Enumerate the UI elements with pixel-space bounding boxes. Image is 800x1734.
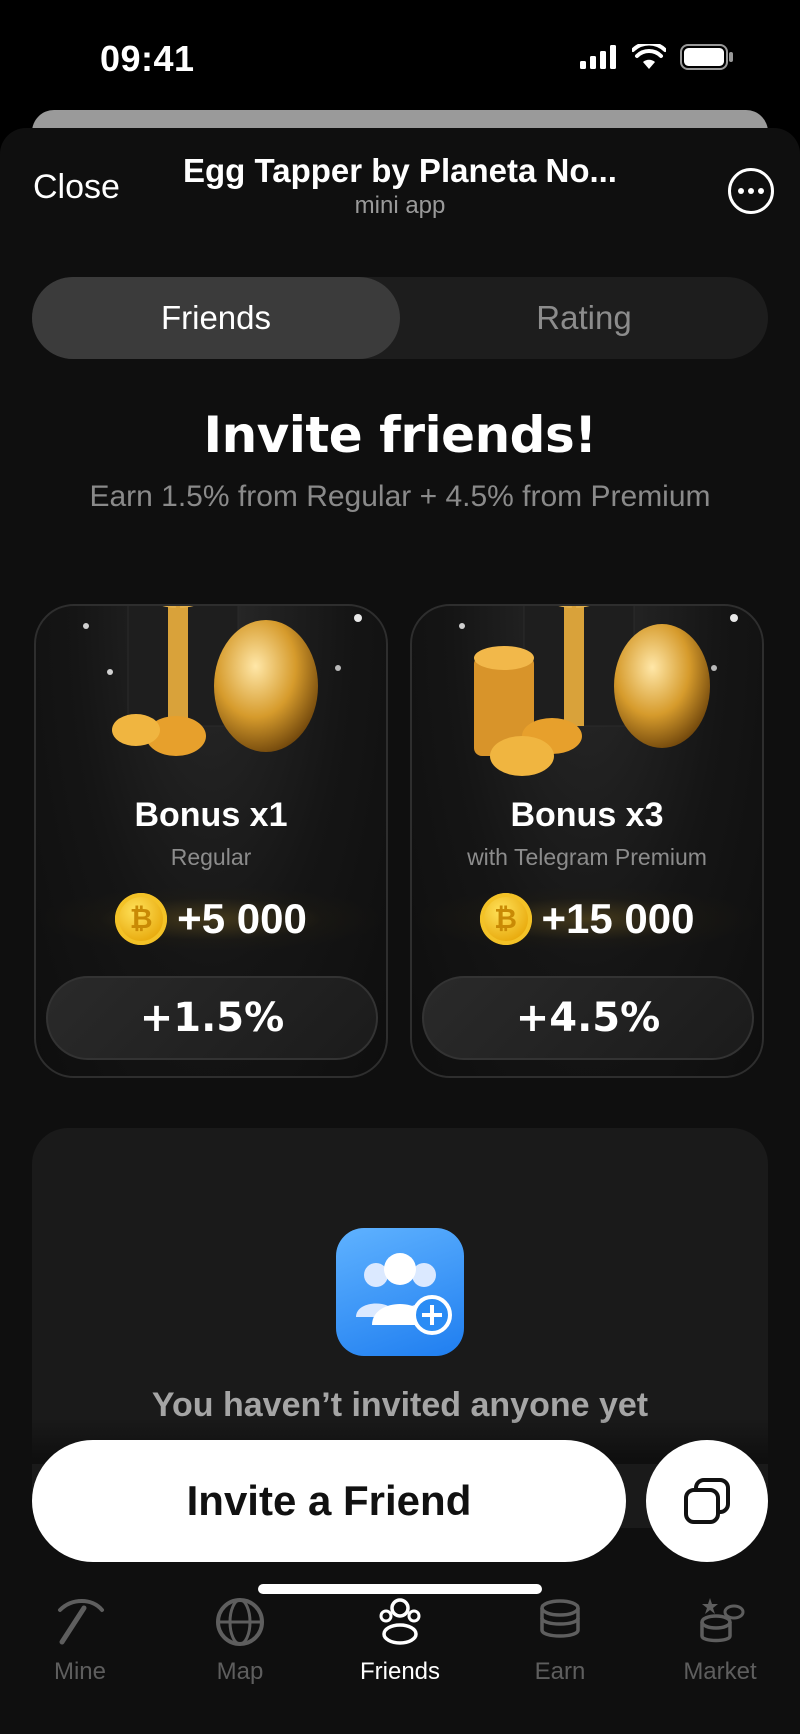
percent-badge: +4.5% (422, 976, 754, 1060)
coin-icon: ₿ (479, 893, 532, 945)
add-friends-icon (336, 1228, 464, 1356)
coin-icon: ₿ (115, 893, 168, 945)
tab-friends[interactable]: Friends (32, 277, 400, 359)
nav-item-mine[interactable]: Mine (10, 1590, 150, 1686)
mini-app-header: Close Egg Tapper by Planeta No... mini a… (0, 128, 800, 238)
nav-label: Map (216, 1658, 264, 1685)
invite-subtitle: Earn 1.5% from Regular + 4.5% from Premi… (89, 480, 711, 513)
bonus-subtitle: Regular (170, 844, 252, 870)
close-button[interactable]: Close (33, 168, 120, 207)
bottom-navigation: Mine Map Friends Earn Market (0, 1590, 800, 1734)
nav-item-friends[interactable]: Friends (330, 1590, 470, 1686)
tab-rating[interactable]: Rating (400, 277, 768, 359)
reward-value: +5 000 (177, 895, 307, 942)
nav-item-map[interactable]: Map (170, 1590, 310, 1686)
mini-app-sheet: Close Egg Tapper by Planeta No... mini a… (0, 128, 800, 1734)
more-dot-icon (748, 188, 754, 194)
coins-icon (540, 1599, 580, 1638)
bonus-reward: ₿ +15 000 (412, 886, 762, 952)
signal-icon (580, 45, 616, 69)
bonus-title: Bonus x3 (510, 796, 664, 834)
nav-label: Market (683, 1658, 757, 1685)
wifi-icon (632, 44, 666, 69)
nav-label: Friends (359, 1658, 441, 1685)
copy-icon (684, 1478, 730, 1524)
bonus-card-premium: Bonus x3 with Telegram Premium ₿ +15 000… (410, 604, 764, 1078)
bonus-reward: ₿ +5 000 (36, 886, 386, 952)
market-icon (700, 1598, 745, 1643)
friends-icon (379, 1598, 421, 1645)
globe-icon (216, 1598, 264, 1646)
more-dot-icon (738, 188, 744, 194)
bonus-subtitle: with Telegram Premium (467, 844, 707, 870)
copy-link-button[interactable] (646, 1440, 768, 1562)
bonus-title: Bonus x1 (134, 796, 288, 834)
invite-friend-button[interactable]: Invite a Friend (32, 1440, 626, 1562)
nav-item-market[interactable]: Market (650, 1590, 790, 1686)
reward-value: +15 000 (541, 895, 695, 942)
pickaxe-icon (58, 1599, 104, 1645)
percent-badge: +1.5% (46, 976, 378, 1060)
more-dot-icon (758, 188, 764, 194)
title-block: Egg Tapper by Planeta No... mini app (160, 152, 640, 220)
nav-item-earn[interactable]: Earn (490, 1590, 630, 1686)
status-time: 09:41 (100, 38, 195, 79)
gift-egg-coins-illustration (459, 606, 738, 776)
segmented-tabs: Friends Rating (32, 277, 768, 359)
app-title: Egg Tapper by Planeta No... (183, 152, 617, 189)
home-indicator (258, 1584, 542, 1594)
invite-title: Invite friends! (203, 406, 597, 464)
nav-label: Mine (53, 1658, 107, 1685)
battery-icon (680, 44, 733, 70)
app-subtitle: mini app (354, 192, 446, 219)
more-options-button[interactable] (728, 168, 774, 214)
nav-label: Earn (534, 1658, 586, 1685)
bonus-card-regular: Bonus x1 Regular ₿ +5 000 +1.5% (34, 604, 388, 1078)
status-icons (580, 44, 734, 70)
gift-egg-coins-illustration (83, 606, 362, 756)
status-bar: 09:41 (0, 0, 800, 110)
